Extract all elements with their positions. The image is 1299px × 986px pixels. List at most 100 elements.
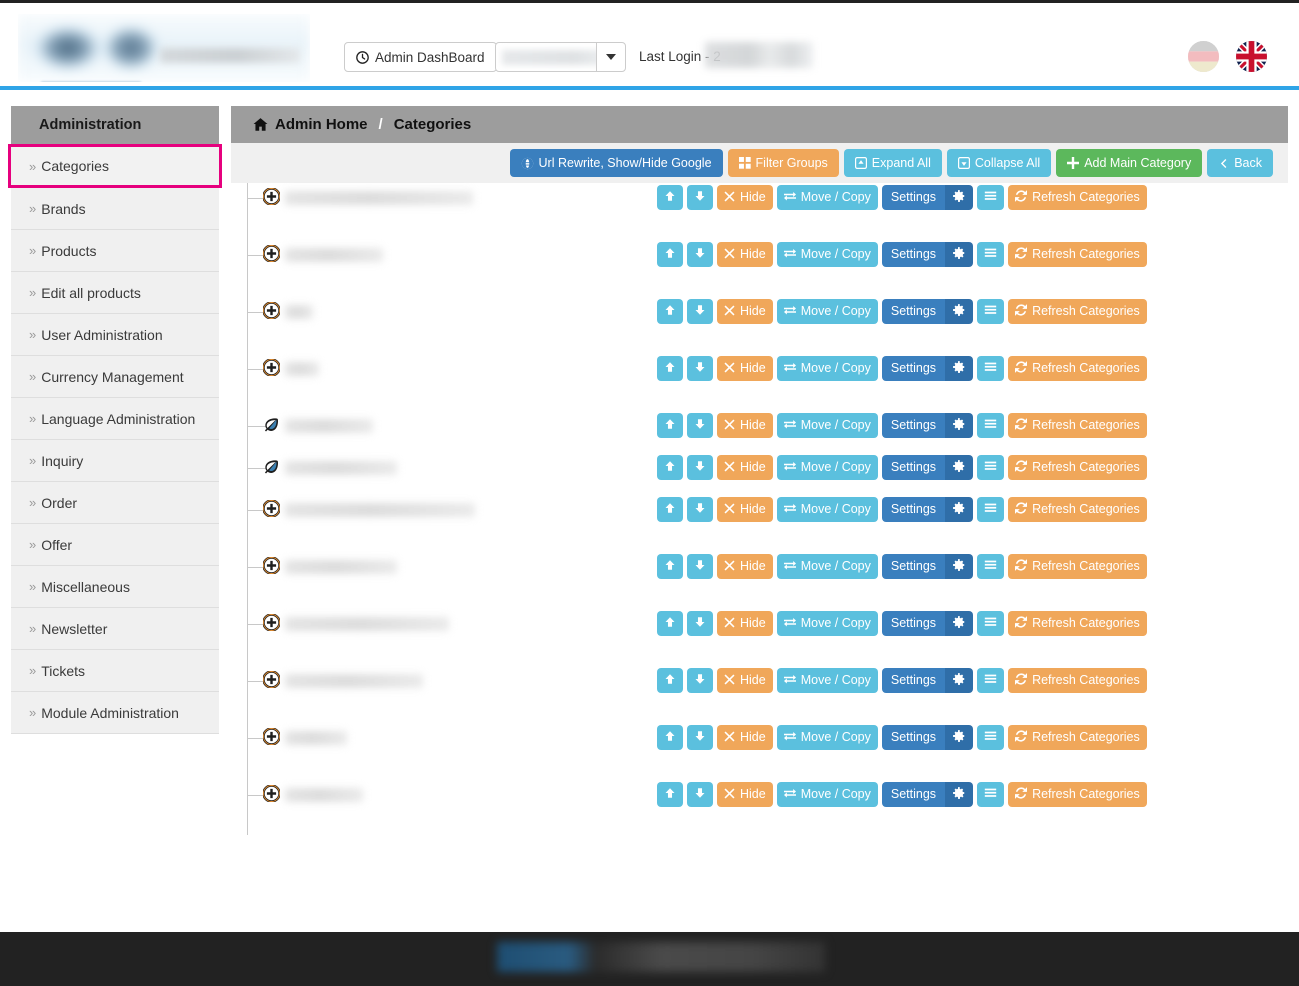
sidebar-item-products[interactable]: » Products <box>11 230 219 272</box>
refresh-categories-button[interactable]: Refresh Categories <box>1008 299 1147 324</box>
settings-button[interactable]: Settings <box>881 668 946 693</box>
settings-button[interactable]: Settings <box>881 554 946 579</box>
settings-button[interactable]: Settings <box>881 299 946 324</box>
hide-button[interactable]: Hide <box>717 668 773 693</box>
move-down-button[interactable] <box>687 725 713 750</box>
move-up-button[interactable] <box>657 782 683 807</box>
move-copy-button[interactable]: Move / Copy <box>776 668 878 693</box>
sidebar-item-order[interactable]: » Order <box>11 482 219 524</box>
move-copy-button[interactable]: Move / Copy <box>776 611 878 636</box>
settings-button[interactable]: Settings <box>881 242 946 267</box>
site-logo[interactable] <box>18 14 310 82</box>
hide-button[interactable]: Hide <box>717 413 773 438</box>
sidebar-item-miscellaneous[interactable]: » Miscellaneous <box>11 566 219 608</box>
settings-button[interactable]: Settings <box>881 725 946 750</box>
plus-circle-icon[interactable] <box>263 671 280 688</box>
list-button[interactable] <box>977 554 1005 579</box>
hide-button[interactable]: Hide <box>717 554 773 579</box>
settings-gear-button[interactable] <box>945 242 974 267</box>
category-name[interactable] <box>285 495 505 525</box>
store-select[interactable] <box>495 42 626 72</box>
category-name[interactable] <box>285 609 479 639</box>
list-button[interactable] <box>977 356 1005 381</box>
hide-button[interactable]: Hide <box>717 782 773 807</box>
category-name[interactable] <box>285 723 377 753</box>
move-up-button[interactable] <box>657 497 683 522</box>
category-name[interactable] <box>285 411 403 441</box>
list-button[interactable] <box>977 413 1005 438</box>
sidebar-item-edit-all-products[interactable]: » Edit all products <box>11 272 219 314</box>
category-name[interactable] <box>285 552 427 582</box>
leaf-icon[interactable] <box>263 416 280 433</box>
move-copy-button[interactable]: Move / Copy <box>776 497 878 522</box>
category-name[interactable] <box>285 666 453 696</box>
list-button[interactable] <box>977 782 1005 807</box>
list-button[interactable] <box>977 725 1005 750</box>
move-copy-button[interactable]: Move / Copy <box>776 455 878 480</box>
move-copy-button[interactable]: Move / Copy <box>776 554 878 579</box>
settings-gear-button[interactable] <box>945 185 974 210</box>
list-button[interactable] <box>977 497 1005 522</box>
plus-circle-icon[interactable] <box>263 245 280 262</box>
list-button[interactable] <box>977 299 1005 324</box>
filter-groups-button[interactable]: Filter Groups <box>727 149 839 177</box>
move-copy-button[interactable]: Move / Copy <box>776 413 878 438</box>
hide-button[interactable]: Hide <box>717 299 773 324</box>
refresh-categories-button[interactable]: Refresh Categories <box>1008 497 1147 522</box>
move-down-button[interactable] <box>687 356 713 381</box>
settings-gear-button[interactable] <box>945 725 974 750</box>
add-main-category-button[interactable]: Add Main Category <box>1056 149 1203 177</box>
move-down-button[interactable] <box>687 668 713 693</box>
move-down-button[interactable] <box>687 299 713 324</box>
refresh-categories-button[interactable]: Refresh Categories <box>1008 356 1147 381</box>
chevron-down-icon[interactable] <box>596 43 625 71</box>
sidebar-item-categories[interactable]: » Categories <box>8 144 222 188</box>
settings-button[interactable]: Settings <box>881 455 946 480</box>
sidebar-item-tickets[interactable]: » Tickets <box>11 650 219 692</box>
move-down-button[interactable] <box>687 455 713 480</box>
category-name[interactable] <box>285 183 503 213</box>
move-up-button[interactable] <box>657 725 683 750</box>
move-up-button[interactable] <box>657 185 683 210</box>
category-name[interactable] <box>285 297 343 327</box>
expand-all-button[interactable]: Expand All <box>843 149 942 177</box>
plus-circle-icon[interactable] <box>263 614 280 631</box>
sidebar-item-newsletter[interactable]: » Newsletter <box>11 608 219 650</box>
move-down-button[interactable] <box>687 611 713 636</box>
hide-button[interactable]: Hide <box>717 611 773 636</box>
refresh-categories-button[interactable]: Refresh Categories <box>1008 611 1147 636</box>
move-down-button[interactable] <box>687 497 713 522</box>
settings-button[interactable]: Settings <box>881 356 946 381</box>
sidebar-item-currency-management[interactable]: » Currency Management <box>11 356 219 398</box>
settings-button[interactable]: Settings <box>881 497 946 522</box>
category-name[interactable] <box>285 354 349 384</box>
move-down-button[interactable] <box>687 782 713 807</box>
settings-gear-button[interactable] <box>945 554 974 579</box>
move-up-button[interactable] <box>657 611 683 636</box>
settings-gear-button[interactable] <box>945 299 974 324</box>
settings-gear-button[interactable] <box>945 413 974 438</box>
hide-button[interactable]: Hide <box>717 455 773 480</box>
category-name[interactable] <box>285 453 427 483</box>
list-button[interactable] <box>977 185 1005 210</box>
settings-gear-button[interactable] <box>945 611 974 636</box>
hide-button[interactable]: Hide <box>717 356 773 381</box>
sidebar-item-module-administration[interactable]: » Module Administration <box>11 692 219 734</box>
move-copy-button[interactable]: Move / Copy <box>776 356 878 381</box>
refresh-categories-button[interactable]: Refresh Categories <box>1008 242 1147 267</box>
move-copy-button[interactable]: Move / Copy <box>776 185 878 210</box>
move-copy-button[interactable]: Move / Copy <box>776 299 878 324</box>
sidebar-item-brands[interactable]: » Brands <box>11 188 219 230</box>
move-down-button[interactable] <box>687 185 713 210</box>
move-copy-button[interactable]: Move / Copy <box>776 725 878 750</box>
move-up-button[interactable] <box>657 299 683 324</box>
sidebar-item-language-administration[interactable]: » Language Administration <box>11 398 219 440</box>
leaf-icon[interactable] <box>263 458 280 475</box>
settings-button[interactable]: Settings <box>881 611 946 636</box>
settings-gear-button[interactable] <box>945 356 974 381</box>
collapse-all-button[interactable]: Collapse All <box>946 149 1052 177</box>
settings-gear-button[interactable] <box>945 782 974 807</box>
refresh-categories-button[interactable]: Refresh Categories <box>1008 725 1147 750</box>
move-up-button[interactable] <box>657 356 683 381</box>
settings-button[interactable]: Settings <box>881 413 946 438</box>
